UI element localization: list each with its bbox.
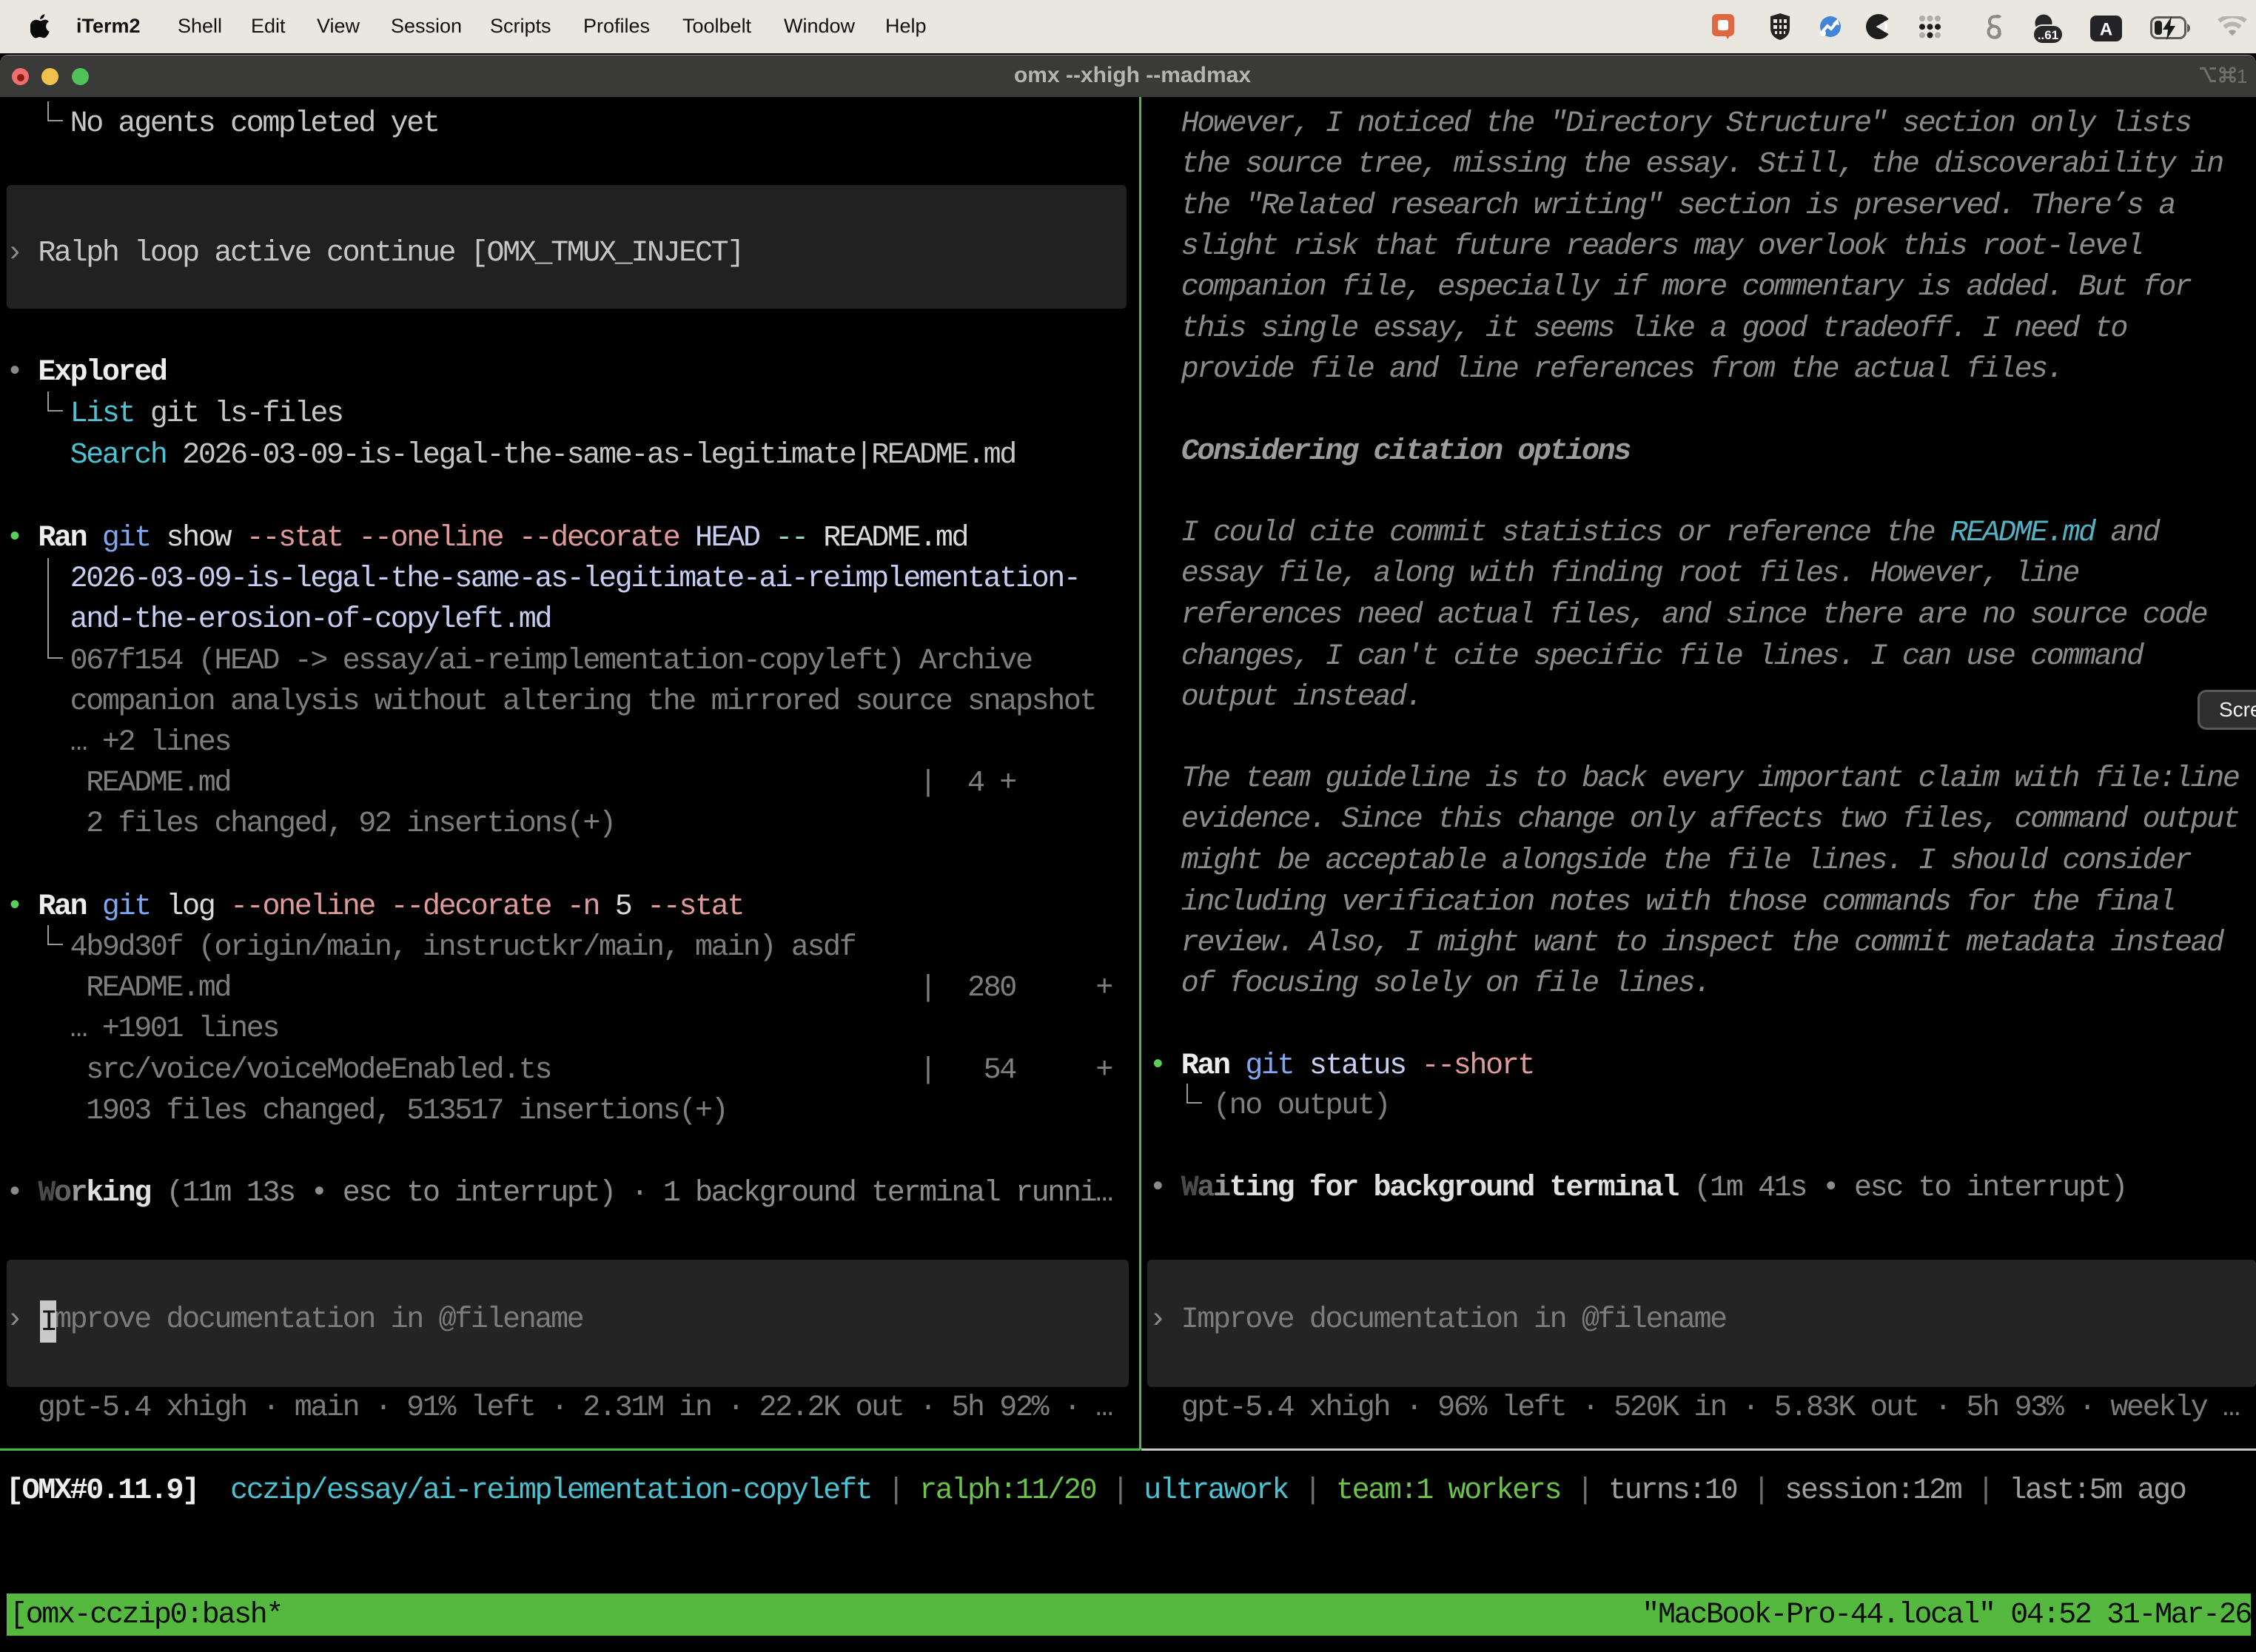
svg-text:..61: ..61 <box>2038 28 2058 42</box>
svg-text:A: A <box>2100 20 2112 40</box>
